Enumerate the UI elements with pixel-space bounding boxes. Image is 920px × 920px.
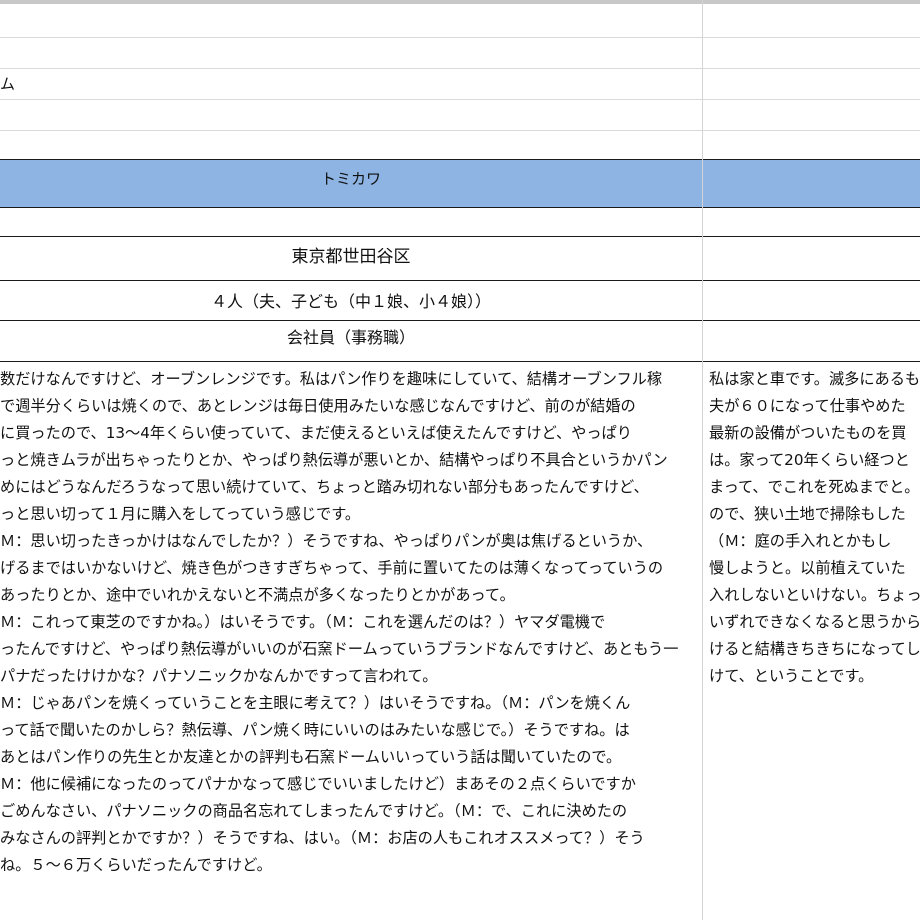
interview-line: ごめんなさい、パナソニックの商品名忘れてしまったんですけど。（Ｍ：で、これに決め…: [0, 802, 628, 820]
interview-line: 私は家と車です。滅多にあるも: [709, 370, 920, 388]
interview-line: Ｍ：これって東芝のですかね。）はいそうです。（Ｍ：これを選んだのは？）ヤマダ電機…: [0, 613, 606, 631]
interview-line: 夫が６０になって仕事やめた: [709, 397, 906, 415]
interview-line: で週半分くらいは焼くので、あとレンジは毎日使用みたいな感じなんですけど、前のが結…: [0, 397, 636, 415]
interview-line: げるまではいかないけど、焼き色がつきすぎちゃって、手前に置いてたのは薄くなってっ…: [0, 559, 664, 577]
interview-line: パナだったけけかな？パナソニックかなんかですって言われて。: [0, 667, 438, 685]
interview-line: あとはパン作りの先生とか友達とかの評判も石窯ドームいいっていう話は聞いていたので…: [0, 748, 622, 766]
interview-line: ので、狭い土地で掃除もした: [709, 505, 906, 523]
interview-line: けて、ということです。: [709, 667, 874, 685]
interview-line: けると結構きちきちになってし: [709, 640, 920, 658]
column-c: 私は家と車です。滅多にあるも 夫が６０になって仕事やめた 最新の設備がついたものを買…: [703, 0, 920, 920]
interview-line: に買ったので、13～4年くらい使っていて、まだ使えるといえば使えたんですけど、や…: [0, 424, 632, 442]
interview-line: 最新の設備がついたものを買: [709, 424, 907, 442]
interview-line: Ｍ：他に候補になったのってパナかなって感じでいいましたけど）まあその２点くらいで…: [0, 775, 636, 793]
spreadsheet-grid: ム トミカワ 東京都世田谷区 ４人（夫、子ども（中１娘、小４娘）） 会社員（事務…: [0, 0, 920, 920]
interview-line: いずれできなくなると思うから: [709, 613, 920, 631]
interview-line: っと焼きムラが出ちゃったりとか、やっぱり熱伝導が悪いとか、結構やっぱり不具合とい…: [0, 451, 668, 469]
interview-line: ね。５～６万くらいだったんですけど。: [0, 856, 272, 874]
interview-line: 入れしないといけない。ちょっ: [709, 586, 920, 604]
interview-line: ったんですけど、やっぱり熱伝導がいいのが石窯ドームっていうブランドなんですけど、…: [0, 640, 679, 658]
interview-line: って話で聞いたのかしら？熱伝導、パン焼く時にいいのはみたいな感じで。）そうですね…: [0, 721, 630, 739]
cell-family[interactable]: ４人（夫、子ども（中１娘、小４娘））: [0, 281, 702, 320]
interview-line: 数だけなんですけど、オーブンレンジです。私はパン作りを趣味にしていて、結構オーブ…: [0, 370, 663, 388]
cell-text: ム: [0, 75, 16, 93]
interview-line: あったりとか、途中でいれかえないと不満点が多くなったりとかがあって。: [0, 586, 515, 604]
cell-interview-text[interactable]: 数だけなんですけど、オーブンレンジです。私はパン作りを趣味にしていて、結構オーブ…: [0, 362, 702, 920]
header-cell-c[interactable]: [703, 160, 920, 207]
cell-empty-row[interactable]: [0, 208, 702, 236]
interview-line: 慢しようと。以前植えていた: [709, 559, 906, 577]
occupation-text: 会社員（事務職）: [286, 328, 415, 347]
cell-address[interactable]: 東京都世田谷区: [0, 237, 702, 280]
header-name-text: トミカワ: [320, 170, 381, 188]
interview-line: Ｍ：じゃあパンを焼くっていうことを主眼に考えて？）はいそうですね。（Ｍ：パンを焼…: [0, 694, 631, 712]
header-cell-name[interactable]: トミカワ: [0, 160, 702, 207]
cell-occupation[interactable]: 会社員（事務職）: [0, 321, 702, 361]
address-text: 東京都世田谷区: [291, 247, 411, 267]
interview-line: めにはどうなんだろうなって思い続けていて、ちょっと踏み切れない部分もあったんです…: [0, 478, 649, 496]
interview-line: （Ｍ：庭の手入れとかもし: [709, 532, 892, 550]
interview-line: は。家って20年くらい経つと: [709, 451, 910, 469]
interview-line: Ｍ：思い切ったきっかけはなんでしたか？）そうですね、やっぱりパンが奥は焦げるとい…: [0, 532, 653, 550]
interview-line: みなさんの評判とかですか？）そうですね、はい。（Ｍ：お店の人もこれオススメって？…: [0, 829, 645, 847]
cell-b3[interactable]: ム: [0, 68, 702, 99]
family-text: ４人（夫、子ども（中１娘、小４娘））: [210, 292, 491, 311]
interview-line: っと思い切って１月に購入をしてっていう感じです。: [0, 505, 361, 523]
cell-interview-text-c[interactable]: 私は家と車です。滅多にあるも 夫が６０になって仕事やめた 最新の設備がついたものを買…: [703, 362, 920, 920]
interview-line: まって、でこれを死ぬまでと。: [709, 478, 920, 496]
column-divider: [702, 0, 703, 920]
column-b: ム トミカワ 東京都世田谷区 ４人（夫、子ども（中１娘、小４娘）） 会社員（事務…: [0, 0, 702, 920]
